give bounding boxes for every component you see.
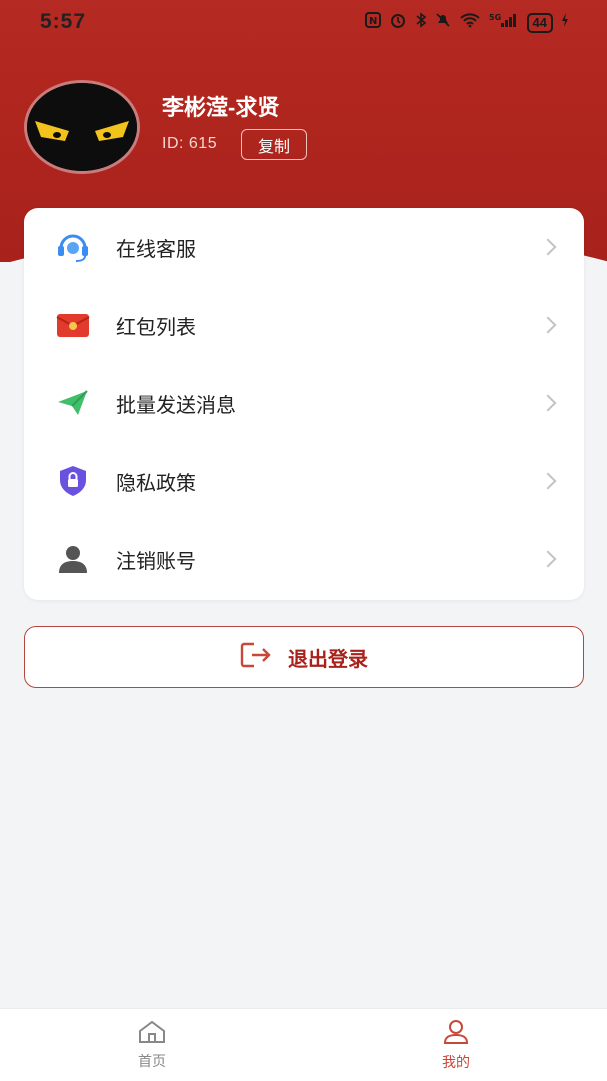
- headset-icon: [56, 230, 90, 264]
- chevron-right-icon: [539, 472, 557, 490]
- avatar-image: [27, 83, 137, 171]
- svg-text:N: N: [369, 16, 377, 27]
- user-id: ID: 615: [162, 135, 218, 152]
- shield-lock-icon: [56, 464, 90, 498]
- svg-text:5G: 5G: [489, 13, 501, 22]
- charging-icon: [561, 12, 569, 33]
- chevron-right-icon: [539, 394, 557, 412]
- menu-card: 在线客服 红包列表 批量发送消息 隐私政策 注销账号: [24, 208, 584, 600]
- chevron-right-icon: [539, 238, 557, 256]
- tab-label: 我的: [442, 1053, 470, 1070]
- menu-item-label: 在线客服: [116, 238, 196, 261]
- user-name: 李彬滢-求贤: [162, 95, 280, 120]
- tab-label: 首页: [138, 1052, 166, 1069]
- menu-item-privacy-policy[interactable]: 隐私政策: [24, 442, 584, 520]
- alarm-icon: [389, 12, 407, 33]
- wifi-icon: [459, 12, 481, 33]
- status-time: 5:57: [40, 10, 87, 33]
- chevron-right-icon: [539, 316, 557, 334]
- logout-label: 退出登录: [288, 648, 368, 671]
- tab-mine[interactable]: 我的: [396, 1009, 516, 1081]
- signal-5g-icon: 5G: [489, 12, 519, 33]
- menu-item-label: 批量发送消息: [116, 394, 236, 417]
- menu-item-label: 红包列表: [116, 316, 196, 339]
- copy-id-button[interactable]: 复制: [241, 129, 307, 160]
- status-bar: 5:57 N 5G 44: [0, 0, 607, 44]
- tab-home[interactable]: 首页: [92, 1009, 212, 1081]
- chevron-right-icon: [539, 550, 557, 568]
- avatar[interactable]: [24, 80, 140, 174]
- menu-item-delete-account[interactable]: 注销账号: [24, 520, 584, 598]
- paper-plane-icon: [56, 386, 90, 420]
- nfc-icon: N: [364, 12, 381, 33]
- logout-icon: [240, 642, 272, 673]
- battery-icon: 44: [526, 12, 553, 33]
- profile-icon: [441, 1019, 471, 1050]
- status-icons: N 5G 44: [364, 12, 569, 33]
- menu-item-label: 隐私政策: [116, 472, 196, 495]
- logout-button[interactable]: 退出登录: [24, 626, 584, 688]
- user-icon: [56, 542, 90, 576]
- menu-item-online-service[interactable]: 在线客服: [24, 208, 584, 286]
- menu-item-red-envelope-list[interactable]: 红包列表: [24, 286, 584, 364]
- mute-icon: [435, 12, 451, 33]
- bottom-tab-bar: 首页 我的: [0, 1008, 607, 1081]
- menu-item-bulk-send[interactable]: 批量发送消息: [24, 364, 584, 442]
- menu-item-label: 注销账号: [116, 550, 196, 573]
- red-envelope-icon: [56, 308, 90, 342]
- bluetooth-icon: [415, 12, 427, 33]
- home-icon: [137, 1020, 167, 1049]
